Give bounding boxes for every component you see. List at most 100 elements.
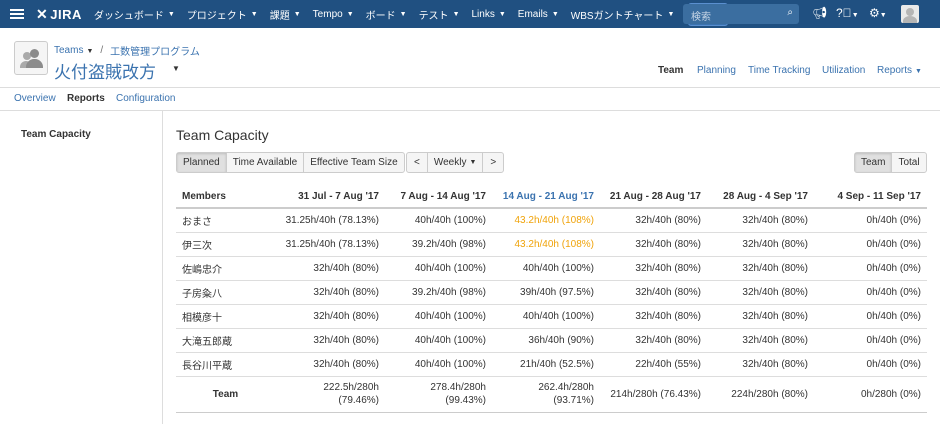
user-avatar[interactable] xyxy=(901,5,919,23)
table-row: 長谷川平蔵 32h/40h (80%) 40h/40h (100%) 21h/40h … xyxy=(176,352,927,377)
chevron-down-icon: ▼ xyxy=(915,68,922,75)
megaphone-icon[interactable]: 📢︎ xyxy=(812,6,827,20)
tab-time-tracking[interactable]: Time Tracking xyxy=(748,65,810,76)
nav-projects[interactable]: プロジェクト ▼ xyxy=(187,7,258,22)
app-menu-icon[interactable] xyxy=(10,7,24,21)
tab-team[interactable]: Team xyxy=(658,65,683,76)
nav-dashboards[interactable]: ダッシュボード ▼ xyxy=(94,7,175,22)
chevron-down-icon: ▼ xyxy=(498,10,506,18)
page-title[interactable]: 火付盗賊改方 xyxy=(54,58,156,83)
capacity-cell: 32h/40h (80%) xyxy=(707,304,814,329)
top-nav-bar: ✕ JIRA ダッシュボード ▼ プロジェクト ▼ 課題 ▼ Tempo ▼ ボード ▼ テ… xyxy=(0,0,940,28)
member-name: 相模彦十 xyxy=(176,304,281,329)
total-value: 214h/280h (76.43%) xyxy=(610,388,701,400)
sidebar-divider xyxy=(162,111,163,424)
tab-utilization[interactable]: Utilization xyxy=(822,65,865,76)
time-available-button[interactable]: Time Available xyxy=(225,153,303,172)
capacity-cell: 32h/40h (80%) xyxy=(707,280,814,305)
capacity-cell: 32h/40h (80%) xyxy=(281,352,385,377)
chevron-down-icon: ▼ xyxy=(86,48,94,55)
capacity-cell: 40h/40h (100%) xyxy=(385,352,492,377)
capacity-cell: 31.25h/40h (78.13%) xyxy=(281,232,385,257)
chevron-down-icon: ▼ xyxy=(469,159,477,166)
capacity-cell: 32h/40h (80%) xyxy=(600,232,707,257)
nav-boards[interactable]: ボード ▼ xyxy=(366,7,407,22)
capacity-cell: 32h/40h (80%) xyxy=(281,304,385,329)
chevron-down-icon: ▼ xyxy=(293,10,301,18)
capacity-cell: 0h/40h (0%) xyxy=(814,232,927,257)
capacity-cell: 32h/40h (80%) xyxy=(281,256,385,281)
table-row: 子房粂八 32h/40h (80%) 39.2h/40h (98%) 39h/40h … xyxy=(176,280,927,305)
member-name: 伊三次 xyxy=(176,232,281,257)
gear-icon[interactable]: ⚙▼ xyxy=(869,6,887,20)
total-cell: 262.4h/280h (93.71%) xyxy=(492,376,600,413)
total-value: 278.4h/280h xyxy=(430,382,486,393)
member-name: 佐嶋忠介 xyxy=(176,256,281,281)
chevron-down-icon: ▼ xyxy=(346,10,354,18)
effective-team-size-button[interactable]: Effective Team Size xyxy=(303,153,403,172)
column-header-week: 28 Aug - 4 Sep '17 xyxy=(707,186,814,209)
chevron-down-icon: ▼ xyxy=(399,10,407,18)
search-input[interactable]: 検索 ⌕ xyxy=(683,4,799,24)
breadcrumb-teams[interactable]: Teams ▼ xyxy=(54,45,93,56)
previous-period-button[interactable]: < xyxy=(407,153,427,172)
nav-links[interactable]: Links ▼ xyxy=(472,9,506,20)
column-header-week: 7 Aug - 14 Aug '17 xyxy=(385,186,492,209)
total-view-button[interactable]: Total xyxy=(891,153,925,172)
capacity-cell: 36h/40h (90%) xyxy=(492,328,600,353)
capacity-cell: 32h/40h (80%) xyxy=(707,256,814,281)
capacity-cell: 32h/40h (80%) xyxy=(600,208,707,233)
breadcrumb-program[interactable]: 工数管理プログラム xyxy=(110,43,200,58)
main-title: Team Capacity xyxy=(176,127,269,143)
project-avatar-icon xyxy=(14,41,48,75)
capacity-cell: 40h/40h (100%) xyxy=(492,304,600,329)
member-name: おまさ xyxy=(176,208,281,233)
total-cell: 224h/280h (80%) xyxy=(707,376,814,413)
total-cell: 0h/280h (0%) xyxy=(814,376,927,413)
view-button-group: Team Total xyxy=(854,152,927,173)
nav-emails[interactable]: Emails ▼ xyxy=(518,9,559,20)
capacity-cell: 32h/40h (80%) xyxy=(281,280,385,305)
tab-reports[interactable]: Reports ▼ xyxy=(877,65,922,76)
mode-button-group: Planned Time Available Effective Team Si… xyxy=(176,152,405,173)
next-period-button[interactable]: > xyxy=(482,153,503,172)
divider xyxy=(0,87,940,88)
total-cell: 278.4h/280h (99.43%) xyxy=(385,376,492,413)
total-value: 0h/280h (0%) xyxy=(860,388,921,400)
divider xyxy=(0,110,940,111)
planned-button[interactable]: Planned xyxy=(177,153,226,172)
member-name: 子房粂八 xyxy=(176,280,281,305)
column-header-week: 4 Sep - 11 Sep '17 xyxy=(814,186,927,209)
capacity-cell: 40h/40h (100%) xyxy=(385,328,492,353)
capacity-cell: 40h/40h (100%) xyxy=(385,256,492,281)
nav-issues[interactable]: 課題 ▼ xyxy=(270,7,301,22)
subtab-reports[interactable]: Reports xyxy=(67,93,105,104)
jira-logo[interactable]: ✕ JIRA xyxy=(36,6,82,23)
team-view-button[interactable]: Team xyxy=(855,153,892,172)
breadcrumb: Teams ▼ / 工数管理プログラム xyxy=(54,43,200,58)
capacity-cell: 32h/40h (80%) xyxy=(707,352,814,377)
total-cell: 222.5h/280h (79.46%) xyxy=(281,376,385,413)
period-select[interactable]: Weekly ▼ xyxy=(426,153,483,172)
capacity-cell: 32h/40h (80%) xyxy=(600,328,707,353)
capacity-cell: 31.25h/40h (78.13%) xyxy=(281,208,385,233)
tab-planning[interactable]: Planning xyxy=(697,65,736,76)
nav-tests[interactable]: テスト ▼ xyxy=(419,7,460,22)
capacity-cell: 39.2h/40h (98%) xyxy=(385,280,492,305)
capacity-cell: 40h/40h (100%) xyxy=(385,208,492,233)
subtab-overview[interactable]: Overview xyxy=(14,93,56,104)
sidebar-item-team-capacity[interactable]: Team Capacity xyxy=(21,129,91,140)
capacity-cell: 32h/40h (80%) xyxy=(281,328,385,353)
capacity-cell: 43.2h/40h (108%) xyxy=(492,232,600,257)
total-cell: 214h/280h (76.43%) xyxy=(600,376,707,413)
nav-wbs-gantt[interactable]: WBSガントチャート ▼ xyxy=(571,7,675,22)
capacity-cell: 39h/40h (97.5%) xyxy=(492,280,600,305)
subtab-configuration[interactable]: Configuration xyxy=(116,93,175,104)
capacity-cell: 32h/40h (80%) xyxy=(707,232,814,257)
column-header-week: 31 Jul - 7 Aug '17 xyxy=(281,186,385,209)
help-icon[interactable]: ?⃝▼ xyxy=(836,6,859,20)
project-dropdown-icon[interactable]: ▼ xyxy=(172,64,180,73)
capacity-cell: 0h/40h (0%) xyxy=(814,280,927,305)
chevron-down-icon: ▼ xyxy=(167,10,175,18)
nav-tempo[interactable]: Tempo ▼ xyxy=(313,9,354,20)
